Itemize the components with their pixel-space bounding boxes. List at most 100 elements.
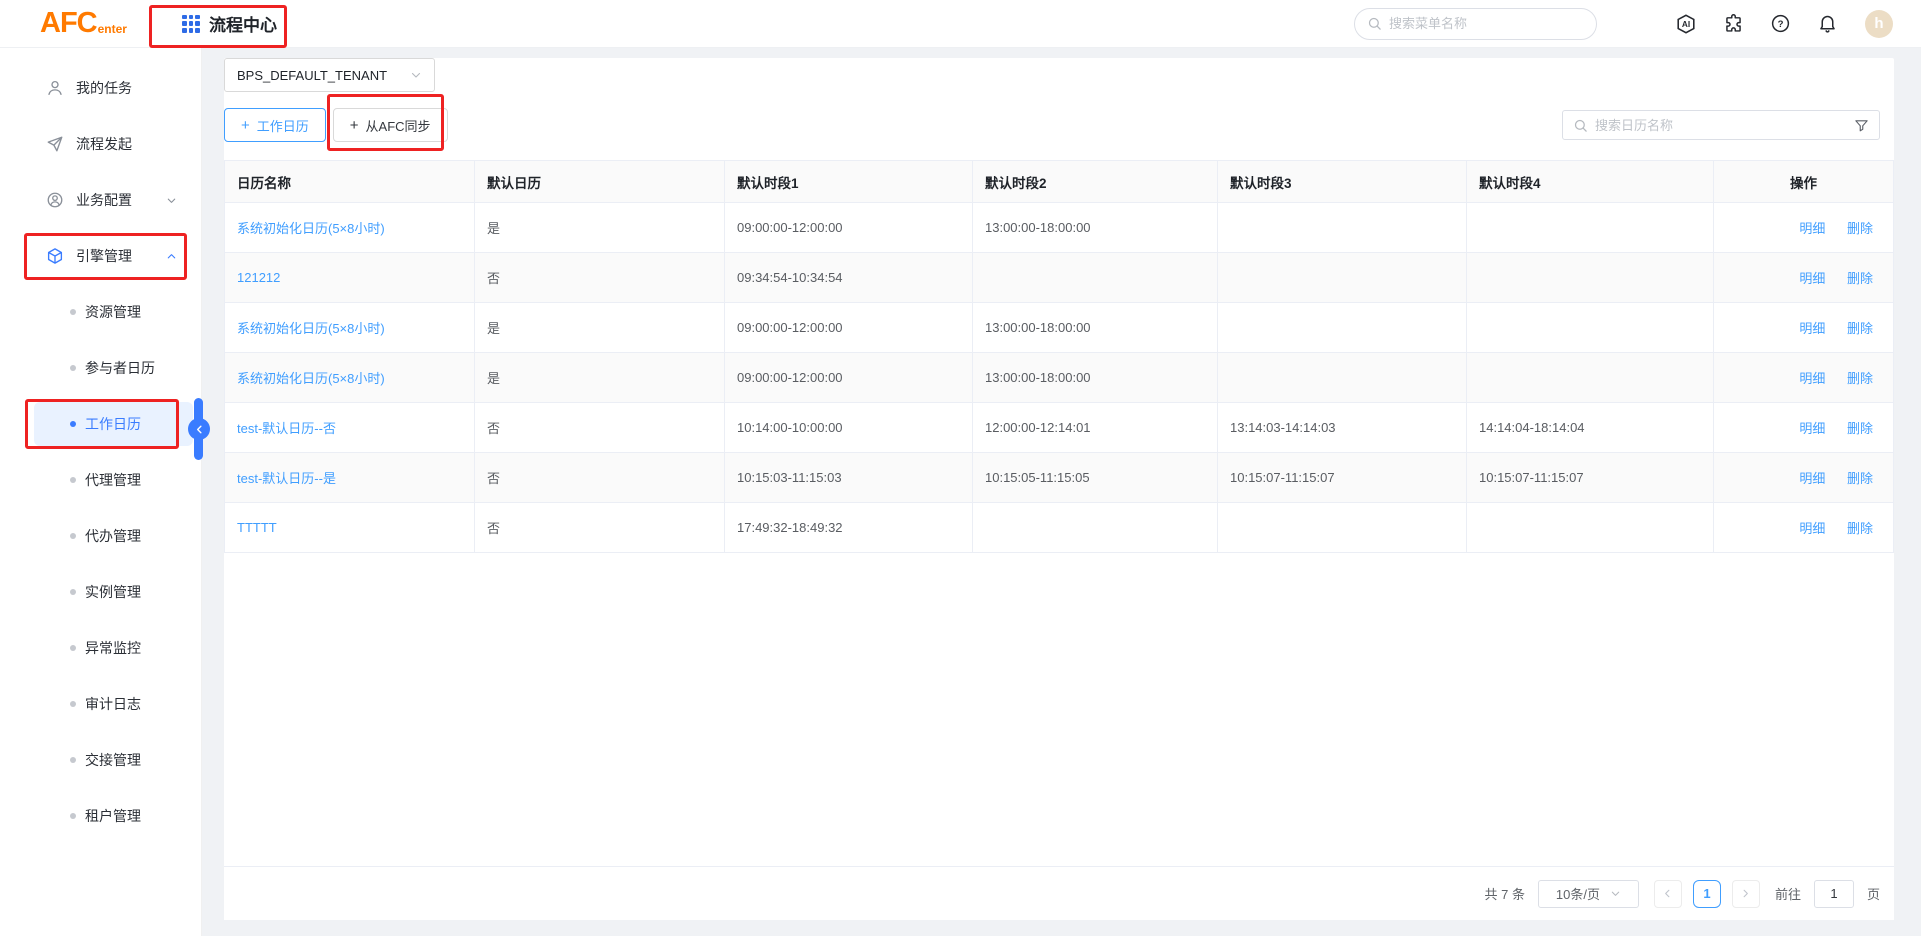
add-work-calendar-button[interactable]: + 工作日历 [224, 108, 326, 142]
sidebar-item-engine-management[interactable]: 引擎管理 [0, 228, 201, 284]
slot1-cell: 10:14:00-10:00:00 [725, 403, 973, 453]
bell-icon[interactable] [1816, 13, 1838, 35]
detail-link[interactable]: 明细 [1799, 221, 1825, 236]
submenu-item-label: 代理管理 [85, 470, 141, 490]
goto-unit-label: 页 [1867, 884, 1880, 903]
current-page-button[interactable]: 1 [1693, 880, 1721, 908]
chevron-left-icon [1662, 888, 1673, 899]
sidebar-item-label: 业务配置 [76, 190, 132, 210]
sidebar-item-my-tasks[interactable]: 我的任务 [0, 60, 201, 116]
slot2-cell [973, 253, 1218, 303]
sidebar-submenu-item-5[interactable]: 实例管理 [0, 564, 201, 620]
chevron-left-icon [194, 424, 205, 435]
main-content: BPS_DEFAULT_TENANT + 工作日历 + 从AFC同步 [202, 48, 1921, 936]
default-flag-cell: 否 [475, 403, 725, 453]
delete-link[interactable]: 删除 [1847, 271, 1873, 286]
calendar-name-link[interactable]: 系统初始化日历(5×8小时) [237, 221, 385, 236]
slot4-cell: 14:14:04-18:14:04 [1467, 403, 1714, 453]
slot2-cell: 10:15:05-11:15:05 [973, 453, 1218, 503]
page-size-select[interactable]: 10条/页 [1538, 880, 1639, 908]
column-header: 默认时段3 [1218, 161, 1467, 203]
sidebar-submenu-item-9[interactable]: 租户管理 [0, 788, 201, 844]
slot1-cell: 10:15:03-11:15:03 [725, 453, 973, 503]
plugin-icon[interactable] [1722, 13, 1744, 35]
sidebar-item-process-start[interactable]: 流程发起 [0, 116, 201, 172]
calendar-name-link[interactable]: 121212 [237, 270, 280, 285]
sidebar-submenu-item-1[interactable]: 参与者日历 [0, 340, 201, 396]
delete-link[interactable]: 删除 [1847, 521, 1873, 536]
default-flag-cell: 否 [475, 253, 725, 303]
delete-link[interactable]: 删除 [1847, 321, 1873, 336]
table-row: 系统初始化日历(5×8小时) 是 09:00:00-12:00:00 13:00… [225, 353, 1894, 403]
process-center-entry[interactable]: 流程中心 [172, 5, 287, 42]
sidebar-submenu-item-2[interactable]: 工作日历 [0, 396, 201, 452]
logo-sub-text: enter [98, 22, 127, 36]
sidebar-submenu-item-8[interactable]: 交接管理 [0, 732, 201, 788]
slot3-cell [1218, 253, 1467, 303]
chevron-down-icon [410, 69, 422, 81]
delete-link[interactable]: 删除 [1847, 471, 1873, 486]
slot4-cell [1467, 203, 1714, 253]
slot3-cell [1218, 303, 1467, 353]
search-icon [1573, 118, 1588, 133]
slot4-cell [1467, 303, 1714, 353]
delete-link[interactable]: 删除 [1847, 421, 1873, 436]
sidebar-collapse-button[interactable] [188, 418, 210, 440]
table-toolbar: + 工作日历 + 从AFC同步 [224, 108, 1880, 142]
detail-link[interactable]: 明细 [1799, 471, 1825, 486]
slot2-cell: 12:00:00-12:14:01 [973, 403, 1218, 453]
sync-from-afc-button[interactable]: + 从AFC同步 [333, 108, 448, 142]
bullet-icon [70, 477, 76, 483]
calendar-name-link[interactable]: test-默认日历--否 [237, 421, 336, 436]
bullet-icon [70, 645, 76, 651]
plus-icon: + [241, 117, 250, 134]
filter-funnel-icon[interactable] [1854, 118, 1869, 133]
table-row: TTTTT 否 17:49:32-18:49:32 明细 删除 [225, 503, 1894, 553]
detail-link[interactable]: 明细 [1799, 321, 1825, 336]
tenant-select[interactable]: BPS_DEFAULT_TENANT [224, 58, 435, 92]
calendar-name-link[interactable]: TTTTT [237, 520, 277, 535]
slot2-cell: 13:00:00-18:00:00 [973, 353, 1218, 403]
chevron-down-icon [166, 195, 177, 206]
default-flag-cell: 否 [475, 453, 725, 503]
table-row: 系统初始化日历(5×8小时) 是 09:00:00-12:00:00 13:00… [225, 303, 1894, 353]
detail-link[interactable]: 明细 [1799, 521, 1825, 536]
sidebar-submenu-item-7[interactable]: 审计日志 [0, 676, 201, 732]
calendar-name-link[interactable]: test-默认日历--是 [237, 471, 336, 486]
calendar-name-link[interactable]: 系统初始化日历(5×8小时) [237, 371, 385, 386]
table-row: 121212 否 09:34:54-10:34:54 明细 删除 [225, 253, 1894, 303]
add-work-calendar-label: 工作日历 [257, 116, 309, 135]
delete-link[interactable]: 删除 [1847, 371, 1873, 386]
detail-link[interactable]: 明细 [1799, 371, 1825, 386]
menu-search-box [1354, 8, 1597, 40]
submenu-item-label: 工作日历 [85, 414, 141, 434]
sidebar-submenu-item-6[interactable]: 异常监控 [0, 620, 201, 676]
role-icon [46, 191, 64, 209]
user-avatar[interactable]: h [1865, 10, 1893, 38]
submenu-item-label: 审计日志 [85, 694, 141, 714]
svg-text:?: ? [1777, 19, 1783, 30]
sidebar-submenu: 资源管理 参与者日历 工作日历 代理管理 代办管理 [0, 284, 201, 844]
menu-search-input[interactable] [1389, 16, 1584, 31]
slot1-cell: 17:49:32-18:49:32 [725, 503, 973, 553]
detail-link[interactable]: 明细 [1799, 421, 1825, 436]
sidebar-submenu-item-0[interactable]: 资源管理 [0, 284, 201, 340]
delete-link[interactable]: 删除 [1847, 221, 1873, 236]
calendar-search-input[interactable] [1595, 118, 1847, 133]
sync-from-afc-label: 从AFC同步 [366, 116, 431, 135]
ai-assistant-icon[interactable]: AI [1675, 13, 1697, 35]
goto-page-input[interactable] [1814, 880, 1854, 908]
slot2-cell [973, 503, 1218, 553]
sidebar-submenu-item-3[interactable]: 代理管理 [0, 452, 201, 508]
next-page-button[interactable] [1732, 880, 1760, 908]
help-icon[interactable]: ? [1769, 13, 1791, 35]
detail-link[interactable]: 明细 [1799, 271, 1825, 286]
afcenter-logo[interactable]: AFC enter [40, 9, 127, 38]
sidebar-item-business-config[interactable]: 业务配置 [0, 172, 201, 228]
sidebar-submenu-item-4[interactable]: 代办管理 [0, 508, 201, 564]
default-flag-cell: 否 [475, 503, 725, 553]
bullet-icon [70, 757, 76, 763]
calendar-name-link[interactable]: 系统初始化日历(5×8小时) [237, 321, 385, 336]
slot1-cell: 09:00:00-12:00:00 [725, 203, 973, 253]
prev-page-button[interactable] [1654, 880, 1682, 908]
